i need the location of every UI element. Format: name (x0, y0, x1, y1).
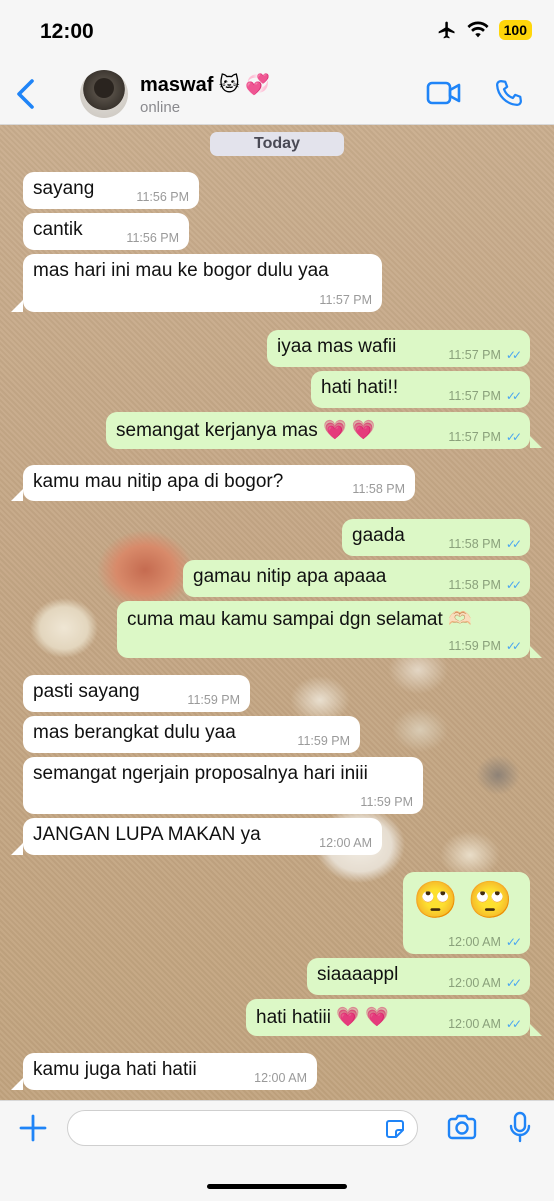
message-time: 12:00 AM ✓✓ (448, 1017, 522, 1031)
bubble-tail (11, 1078, 23, 1090)
message-time: 11:57 PM (319, 293, 372, 307)
voice-call-button[interactable] (494, 78, 524, 113)
message-bubble[interactable]: kamu juga hati hatii 12:00 AM (23, 1053, 317, 1090)
bubble-tail (11, 489, 23, 501)
message-time: 11:58 PM ✓✓ (448, 537, 522, 551)
read-receipt-icon: ✓✓ (505, 578, 522, 592)
message-bubble[interactable]: kamu mau nitip apa di bogor? 11:58 PM (23, 465, 415, 501)
camera-button[interactable] (446, 1113, 478, 1146)
message-time: 11:59 PM (187, 693, 240, 707)
message-time-text: 11:58 PM (448, 578, 501, 592)
chevron-left-icon (17, 79, 34, 109)
battery-indicator: 100 (498, 20, 532, 40)
message-time: 11:57 PM ✓✓ (448, 348, 522, 362)
read-receipt-icon: ✓✓ (505, 976, 522, 990)
message-bubble[interactable]: semangat ngerjain proposalnya hari iniii… (23, 757, 423, 814)
back-button[interactable] (14, 78, 40, 110)
sticker-button[interactable] (383, 1117, 407, 1146)
message-bubble[interactable]: siaaaappl 12:00 AM ✓✓ (307, 958, 530, 995)
read-receipt-icon: ✓✓ (505, 1017, 522, 1031)
message-bubble[interactable]: iyaa mas wafii 11:57 PM ✓✓ (267, 330, 530, 367)
read-receipt-icon: ✓✓ (505, 537, 522, 551)
contact-status: online (140, 99, 181, 116)
message-bubble[interactable]: semangat kerjanya mas 💗 💗 11:57 PM ✓✓ (106, 412, 530, 449)
contact-name[interactable]: maswaf 🐱 💞 (140, 72, 270, 97)
message-time: 11:58 PM (352, 482, 405, 496)
message-bubble[interactable]: cantik 11:56 PM (23, 213, 189, 250)
message-bubble[interactable]: hati hati!! 11:57 PM ✓✓ (311, 371, 530, 408)
message-bubble[interactable]: gamau nitip apa apaaa 11:58 PM ✓✓ (183, 560, 530, 597)
message-bubble[interactable]: cuma mau kamu sampai dgn selamat 🫶🏻 11:5… (117, 601, 530, 658)
bubble-tail (11, 843, 23, 855)
status-bar: 12:00 100 (0, 0, 554, 64)
message-time: 11:57 PM ✓✓ (448, 389, 522, 403)
message-time-text: 11:57 PM (448, 389, 501, 403)
message-time: 12:00 AM (254, 1071, 307, 1085)
message-time: 12:00 AM ✓✓ (448, 976, 522, 990)
read-receipt-icon: ✓✓ (505, 639, 522, 653)
attach-button[interactable] (18, 1113, 48, 1148)
message-time-text: 12:00 AM (448, 1017, 501, 1031)
message-text: kamu mau nitip apa di bogor? (33, 471, 284, 492)
message-time-text: 11:59 PM (448, 639, 501, 653)
message-time-text: 11:57 PM (448, 430, 501, 444)
read-receipt-icon: ✓✓ (505, 348, 522, 362)
bubble-tail (530, 646, 542, 658)
airplane-icon (438, 21, 455, 39)
bubble-tail (530, 1024, 542, 1036)
message-time-text: 12:00 AM (448, 935, 501, 949)
message-text: cuma mau kamu sampai dgn selamat 🫶🏻 (127, 609, 472, 630)
message-text: semangat ngerjain proposalnya hari iniii (33, 763, 368, 784)
message-bubble[interactable]: gaada 11:58 PM ✓✓ (342, 519, 530, 556)
message-bubble[interactable]: sayang 11:56 PM (23, 172, 199, 209)
message-time: 12:00 AM ✓✓ (448, 935, 522, 949)
message-bubble[interactable]: 🙄 🙄 12:00 AM ✓✓ (403, 872, 530, 954)
mic-icon (509, 1111, 531, 1143)
read-receipt-icon: ✓✓ (505, 430, 522, 444)
message-bubble[interactable]: hati hatiii 💗 💗 12:00 AM ✓✓ (246, 999, 530, 1036)
message-bubble[interactable]: JANGAN LUPA MAKAN ya 12:00 AM (23, 818, 382, 855)
input-bar (0, 1100, 554, 1201)
message-time: 11:59 PM (297, 734, 350, 748)
read-receipt-icon: ✓✓ (505, 935, 522, 949)
message-time-text: 11:57 PM (448, 348, 501, 362)
date-chip: Today (210, 132, 344, 156)
message-time: 11:56 PM (136, 190, 189, 204)
bubble-tail (530, 436, 542, 448)
camera-icon (447, 1114, 477, 1140)
message-time: 11:58 PM ✓✓ (448, 578, 522, 592)
video-icon (426, 81, 461, 105)
message-text: mas hari ini mau ke bogor dulu yaa (33, 260, 329, 281)
read-receipt-icon: ✓✓ (505, 389, 522, 403)
status-time: 12:00 (40, 20, 94, 43)
message-text: 🙄 🙄 (413, 879, 513, 920)
home-indicator (207, 1184, 347, 1189)
wifi-icon (467, 21, 489, 38)
phone-icon (496, 80, 522, 106)
message-time: 11:57 PM ✓✓ (448, 430, 522, 444)
chat-area[interactable]: Today sayang 11:56 PM cantik 11:56 PM ma… (0, 125, 554, 1100)
mic-button[interactable] (508, 1111, 532, 1150)
message-bubble[interactable]: mas hari ini mau ke bogor dulu yaa 11:57… (23, 254, 382, 312)
chat-header: maswaf 🐱 💞 online (0, 64, 554, 125)
bubble-tail (11, 300, 23, 312)
message-input[interactable] (67, 1110, 418, 1146)
sticker-icon (386, 1120, 404, 1138)
message-bubble[interactable]: pasti sayang 11:59 PM (23, 675, 250, 712)
message-bubble[interactable]: mas berangkat dulu yaa 11:59 PM (23, 716, 360, 753)
status-icons: 100 (437, 20, 532, 40)
message-time-text: 11:58 PM (448, 537, 501, 551)
message-time: 11:59 PM (360, 795, 413, 809)
message-time: 11:59 PM ✓✓ (448, 639, 522, 653)
video-call-button[interactable] (426, 80, 462, 111)
message-time: 12:00 AM (319, 836, 372, 850)
message-time: 11:56 PM (126, 231, 179, 245)
avatar[interactable] (80, 70, 128, 118)
plus-icon (19, 1114, 47, 1142)
message-time-text: 12:00 AM (448, 976, 501, 990)
